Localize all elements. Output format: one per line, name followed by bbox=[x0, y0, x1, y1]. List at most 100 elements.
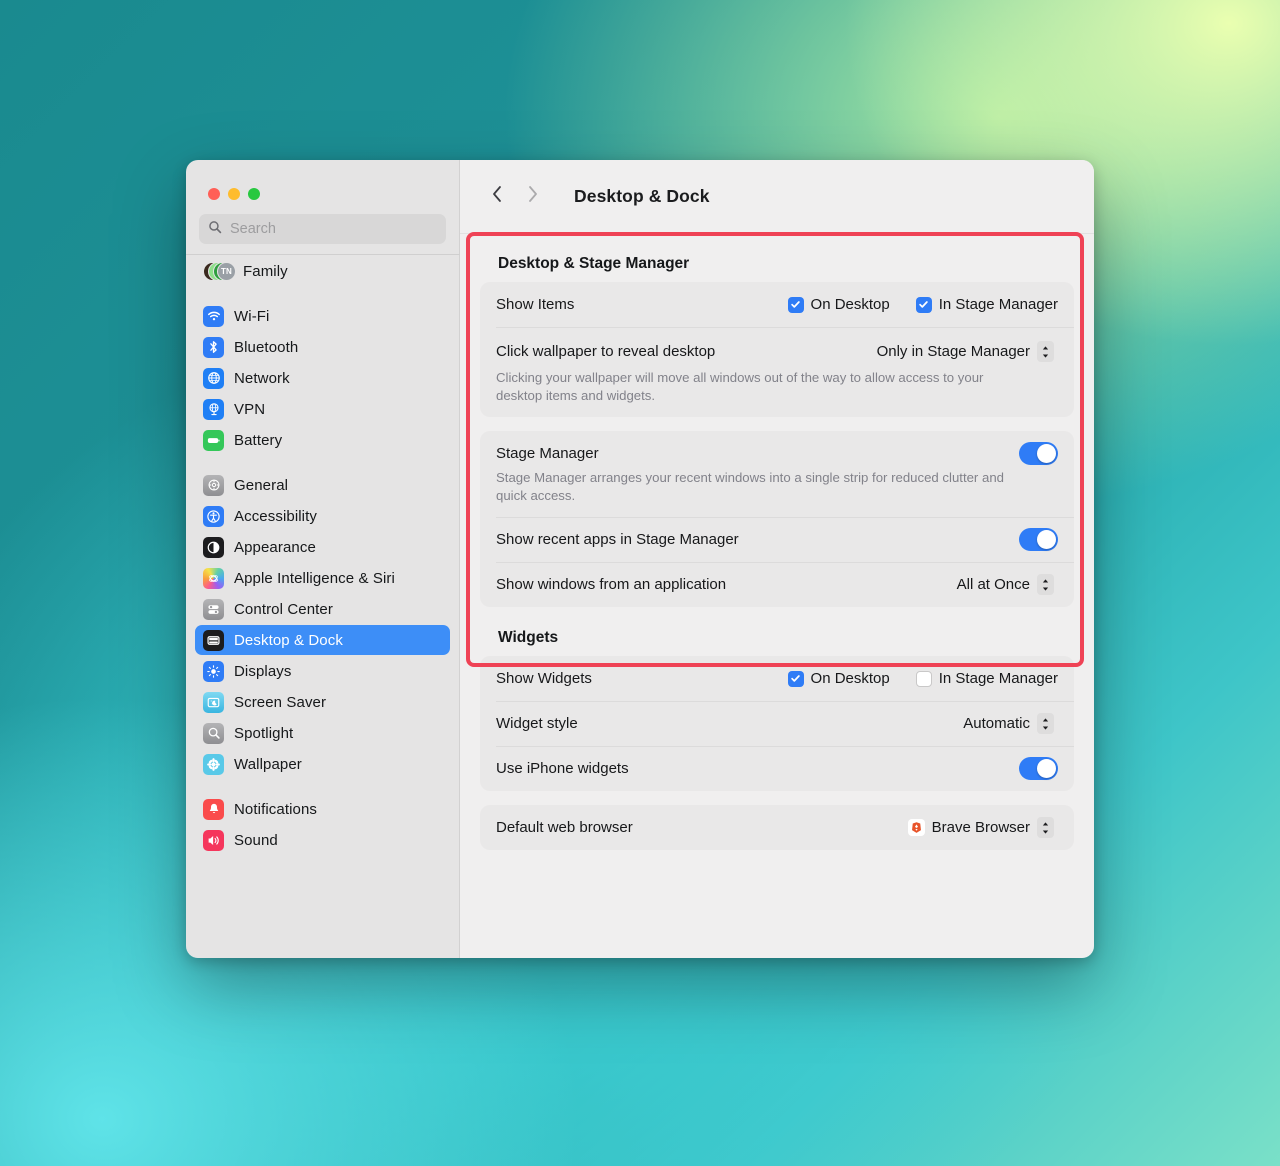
sidebar-item-wifi[interactable]: Wi-Fi bbox=[195, 301, 450, 331]
minimize-window-button[interactable] bbox=[228, 188, 240, 200]
show-windows-popup-button[interactable]: All at Once bbox=[951, 571, 1058, 598]
sidebar-item-control-center[interactable]: Control Center bbox=[195, 594, 450, 624]
checkbox-label: In Stage Manager bbox=[938, 296, 1058, 313]
row-widget-style: Widget style Automatic bbox=[480, 701, 1074, 746]
row-label: Click wallpaper to reveal desktop bbox=[496, 343, 716, 360]
close-window-button[interactable] bbox=[208, 188, 220, 200]
row-label: Show windows from an application bbox=[496, 576, 727, 593]
sidebar-item-label: Control Center bbox=[234, 600, 333, 618]
sidebar-item-spotlight[interactable]: Spotlight bbox=[195, 718, 450, 748]
sidebar-item-general[interactable]: General bbox=[195, 470, 450, 500]
sidebar-item-sound[interactable]: Sound bbox=[195, 825, 450, 855]
sidebar-item-family[interactable]: TN Family bbox=[195, 256, 450, 286]
system-settings-window: TN Family Wi-Fi bbox=[186, 160, 1094, 958]
popup-value: Automatic bbox=[963, 715, 1030, 732]
row-show-items: Show Items On Desktop In Stage Manager bbox=[480, 282, 1074, 327]
main-pane: Desktop & Dock Desktop & Stage Manager S… bbox=[460, 160, 1094, 958]
wallpaper-icon bbox=[203, 753, 224, 775]
widget-style-popup-button[interactable]: Automatic bbox=[957, 710, 1058, 737]
row-label: Show recent apps in Stage Manager bbox=[496, 531, 739, 548]
checkbox-label: In Stage Manager bbox=[938, 670, 1058, 687]
row-show-windows-from-application: Show windows from an application All at … bbox=[480, 562, 1074, 607]
use-iphone-widgets-toggle[interactable] bbox=[1019, 757, 1058, 780]
row-show-widgets: Show Widgets On Desktop In Stage Manager bbox=[480, 656, 1074, 701]
row-label: Use iPhone widgets bbox=[496, 760, 629, 777]
sidebar-item-label: Bluetooth bbox=[234, 338, 299, 356]
row-label: Default web browser bbox=[496, 819, 633, 836]
sidebar-item-screen-saver[interactable]: Screen Saver bbox=[195, 687, 450, 717]
sidebar-search bbox=[186, 200, 459, 254]
toggle-knob bbox=[1037, 759, 1056, 778]
show-recent-apps-toggle[interactable] bbox=[1019, 528, 1058, 551]
sidebar-item-label: Spotlight bbox=[234, 724, 294, 742]
default-browser-popup-button[interactable]: Brave Browser bbox=[902, 814, 1058, 841]
chevron-updown-icon bbox=[1037, 574, 1054, 595]
chevron-updown-icon bbox=[1037, 341, 1054, 362]
checkbox-checked-icon bbox=[787, 670, 804, 687]
sidebar-item-label: Family bbox=[243, 262, 288, 280]
sidebar-item-accessibility[interactable]: Accessibility bbox=[195, 501, 450, 531]
sidebar-item-bluetooth[interactable]: Bluetooth bbox=[195, 332, 450, 362]
popup-value: Brave Browser bbox=[931, 819, 1030, 836]
row-show-recent-apps: Show recent apps in Stage Manager bbox=[480, 517, 1074, 562]
chevron-right-icon bbox=[527, 185, 539, 208]
page-title: Desktop & Dock bbox=[574, 186, 710, 206]
checkbox-unchecked-icon bbox=[915, 670, 932, 687]
forward-button[interactable] bbox=[518, 182, 548, 212]
card-desktop-stage-manager: Show Items On Desktop In Stage Manager C… bbox=[480, 282, 1074, 417]
back-button[interactable] bbox=[482, 182, 512, 212]
displays-icon bbox=[203, 660, 224, 682]
screen-saver-icon bbox=[203, 691, 224, 713]
checkbox-on-desktop[interactable]: On Desktop bbox=[787, 296, 890, 313]
row-label: Widget style bbox=[496, 715, 578, 732]
sidebar-item-desktop-dock[interactable]: Desktop & Dock bbox=[195, 625, 450, 655]
chevron-updown-icon bbox=[1037, 713, 1054, 734]
sidebar-item-label: Notifications bbox=[234, 800, 318, 818]
popup-value: All at Once bbox=[956, 576, 1030, 593]
row-label: Stage Manager bbox=[496, 445, 599, 462]
sidebar-item-label: Appearance bbox=[234, 538, 316, 556]
sidebar-item-apple-intelligence-siri[interactable]: Apple Intelligence & Siri bbox=[195, 563, 450, 593]
sidebar-item-label: Sound bbox=[234, 831, 278, 849]
checkbox-in-stage-manager[interactable]: In Stage Manager bbox=[915, 296, 1058, 313]
show-items-checkboxes: On Desktop In Stage Manager bbox=[787, 296, 1058, 313]
settings-content[interactable]: Desktop & Stage Manager Show Items On De… bbox=[460, 234, 1094, 958]
sidebar-item-label: Displays bbox=[234, 662, 292, 680]
checkbox-widgets-in-stage-manager[interactable]: In Stage Manager bbox=[915, 670, 1058, 687]
checkbox-checked-icon bbox=[787, 296, 804, 313]
row-label: Show Items bbox=[496, 296, 575, 313]
desktop-dock-icon bbox=[203, 629, 224, 651]
brave-browser-icon bbox=[907, 819, 925, 836]
toolbar: Desktop & Dock bbox=[460, 160, 1094, 234]
click-wallpaper-popup-button[interactable]: Only in Stage Manager bbox=[871, 338, 1058, 365]
sidebar-item-battery[interactable]: Battery bbox=[195, 425, 450, 455]
sidebar-item-wallpaper[interactable]: Wallpaper bbox=[195, 749, 450, 779]
sidebar-scroll-area[interactable]: TN Family Wi-Fi Bluetooth Network VPN Ba… bbox=[186, 255, 459, 958]
card-stage-manager: Stage Manager Stage Manager arranges you… bbox=[480, 431, 1074, 607]
vpn-icon bbox=[203, 398, 224, 420]
sidebar-item-displays[interactable]: Displays bbox=[195, 656, 450, 686]
bluetooth-icon bbox=[203, 336, 224, 358]
sidebar-item-network[interactable]: Network bbox=[195, 363, 450, 393]
stage-manager-toggle[interactable] bbox=[1019, 442, 1058, 465]
sidebar-item-label: Battery bbox=[234, 431, 283, 449]
checkbox-widgets-on-desktop[interactable]: On Desktop bbox=[787, 670, 890, 687]
zoom-window-button[interactable] bbox=[248, 188, 260, 200]
checkbox-label: On Desktop bbox=[810, 296, 890, 313]
siri-icon bbox=[203, 567, 224, 589]
sidebar-item-appearance[interactable]: Appearance bbox=[195, 532, 450, 562]
sound-icon bbox=[203, 829, 224, 851]
toggle-knob bbox=[1037, 444, 1056, 463]
notifications-icon bbox=[203, 798, 224, 820]
search-input[interactable] bbox=[230, 221, 437, 237]
search-box[interactable] bbox=[199, 214, 446, 244]
desktop-wallpaper: TN Family Wi-Fi bbox=[0, 0, 1280, 1166]
show-widgets-checkboxes: On Desktop In Stage Manager bbox=[787, 670, 1058, 687]
sidebar-item-label: Apple Intelligence & Siri bbox=[234, 569, 395, 587]
sidebar-item-notifications[interactable]: Notifications bbox=[195, 794, 450, 824]
section-title-desktop-stage-manager: Desktop & Stage Manager bbox=[498, 255, 690, 272]
sidebar-item-vpn[interactable]: VPN bbox=[195, 394, 450, 424]
